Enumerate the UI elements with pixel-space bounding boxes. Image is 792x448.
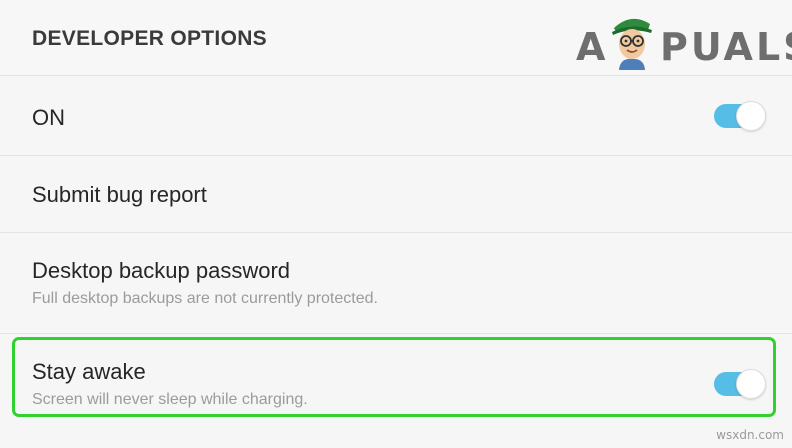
appuals-logo: A PUALS	[574, 8, 792, 70]
stay-awake-toggle-switch[interactable]	[714, 369, 766, 399]
page-title: DEVELOPER OPTIONS	[32, 27, 267, 50]
master-switch-row[interactable]: ON	[0, 77, 792, 156]
toggle-thumb	[736, 101, 766, 131]
submit-bug-report-label: Submit bug report	[32, 182, 207, 207]
watermark-text: wsxdn.com	[716, 428, 784, 442]
mascot-icon	[612, 18, 652, 70]
desktop-backup-password-summary: Full desktop backups are not currently p…	[32, 290, 378, 307]
toggle-thumb	[736, 369, 766, 399]
stay-awake-label: Stay awake	[32, 359, 146, 384]
master-switch-label: ON	[32, 105, 65, 130]
stay-awake-row[interactable]: Stay awake Screen will never sleep while…	[0, 335, 792, 435]
submit-bug-report-row[interactable]: Submit bug report	[0, 157, 792, 233]
stay-awake-summary: Screen will never sleep while charging.	[32, 391, 308, 408]
logo-text: PUALS	[660, 25, 792, 69]
desktop-backup-password-label: Desktop backup password	[32, 258, 291, 283]
desktop-backup-password-row[interactable]: Desktop backup password Full desktop bac…	[0, 234, 792, 334]
header-bar: DEVELOPER OPTIONS A PUALS	[0, 0, 792, 76]
master-toggle-switch[interactable]	[714, 101, 766, 131]
